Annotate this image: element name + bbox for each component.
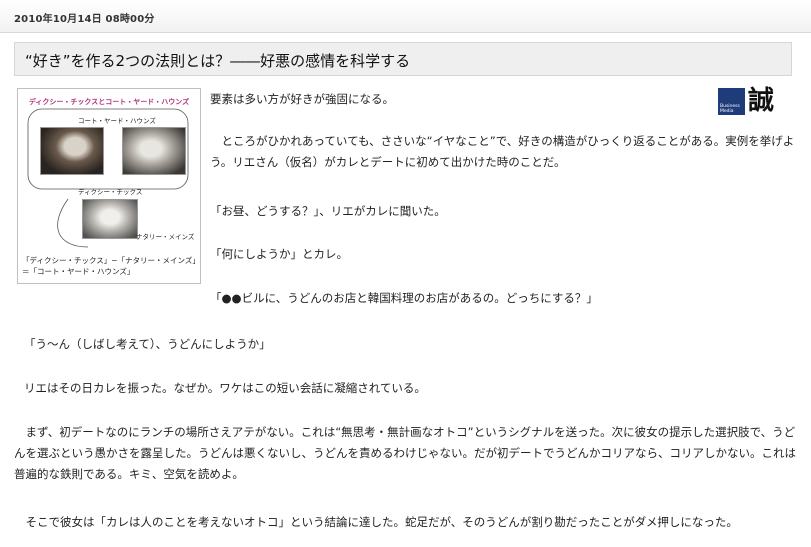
article-figure: ディクシー・チックスとコート・ヤード・ハウンズ コート・ヤード・ハウンズ ディク… (17, 88, 201, 284)
publish-date: 2010年10月14日 08時00分 (14, 14, 155, 25)
dateline-bar: 2010年10月14日 08時00分 (0, 0, 811, 33)
figure-title: ディクシー・チックスとコート・ヤード・ハウンズ (28, 98, 190, 106)
paragraph-6: 「う〜ん（しばし考えて）、うどんにしようか」 (24, 337, 271, 351)
headline-box: “好き”を作る2つの法則とは？――好悪の感情を科学する (14, 42, 792, 76)
portrait-photo-left (40, 127, 104, 175)
paragraph-2: ところがひかれあっていても、ささいな“イヤなこと”で、好きの構造がひっくり返るこ… (210, 134, 795, 169)
paragraph-9: そこで彼女は「カレは人のことを考えないオトコ」という結論に達した。蛇足だが、その… (14, 515, 738, 529)
article-title: “好き”を作る2つの法則とは？――好悪の感情を科学する (25, 52, 411, 70)
paragraph-7: リエはその日カレを振った。なぜか。ワケはこの短い会話に凝縮されている。 (24, 381, 426, 395)
label-courtyard-hounds: コート・ヤード・ハウンズ (78, 117, 156, 125)
logo-badge: Business Media (718, 88, 745, 115)
logo-kanji: 誠 (748, 86, 775, 116)
figure-caption: 「ディクシー・チックス」−「ナタリー・メインズ」＝「コート・ヤード・ハウンズ」 (22, 256, 197, 276)
paragraph-4: 「何にしようか」とカレ。 (210, 247, 348, 261)
business-media-makoto-logo[interactable]: Business Media 誠 (718, 86, 776, 116)
paragraph-8: まず、初デートなのにランチの場所さえアテがない。これは“無思考・無計画なオトコ”… (14, 425, 796, 481)
paragraph-1: 要素は多い方が好きが強固になる。 (210, 92, 394, 106)
label-natalie-maines: ナタリー・メインズ (136, 233, 195, 241)
portrait-photo-bottom (82, 199, 138, 239)
label-dixie-chicks: ディクシー・チックス (78, 188, 143, 196)
portrait-photo-right (122, 127, 186, 175)
paragraph-3: 「お昼、どうする？」、リエがカレに聞いた。 (210, 204, 446, 218)
logo-badge-line2: Media (720, 109, 734, 114)
paragraph-5: 「●●ビルに、うどんのお店と韓国料理のお店があるの。どっちにする？」 (210, 291, 598, 305)
